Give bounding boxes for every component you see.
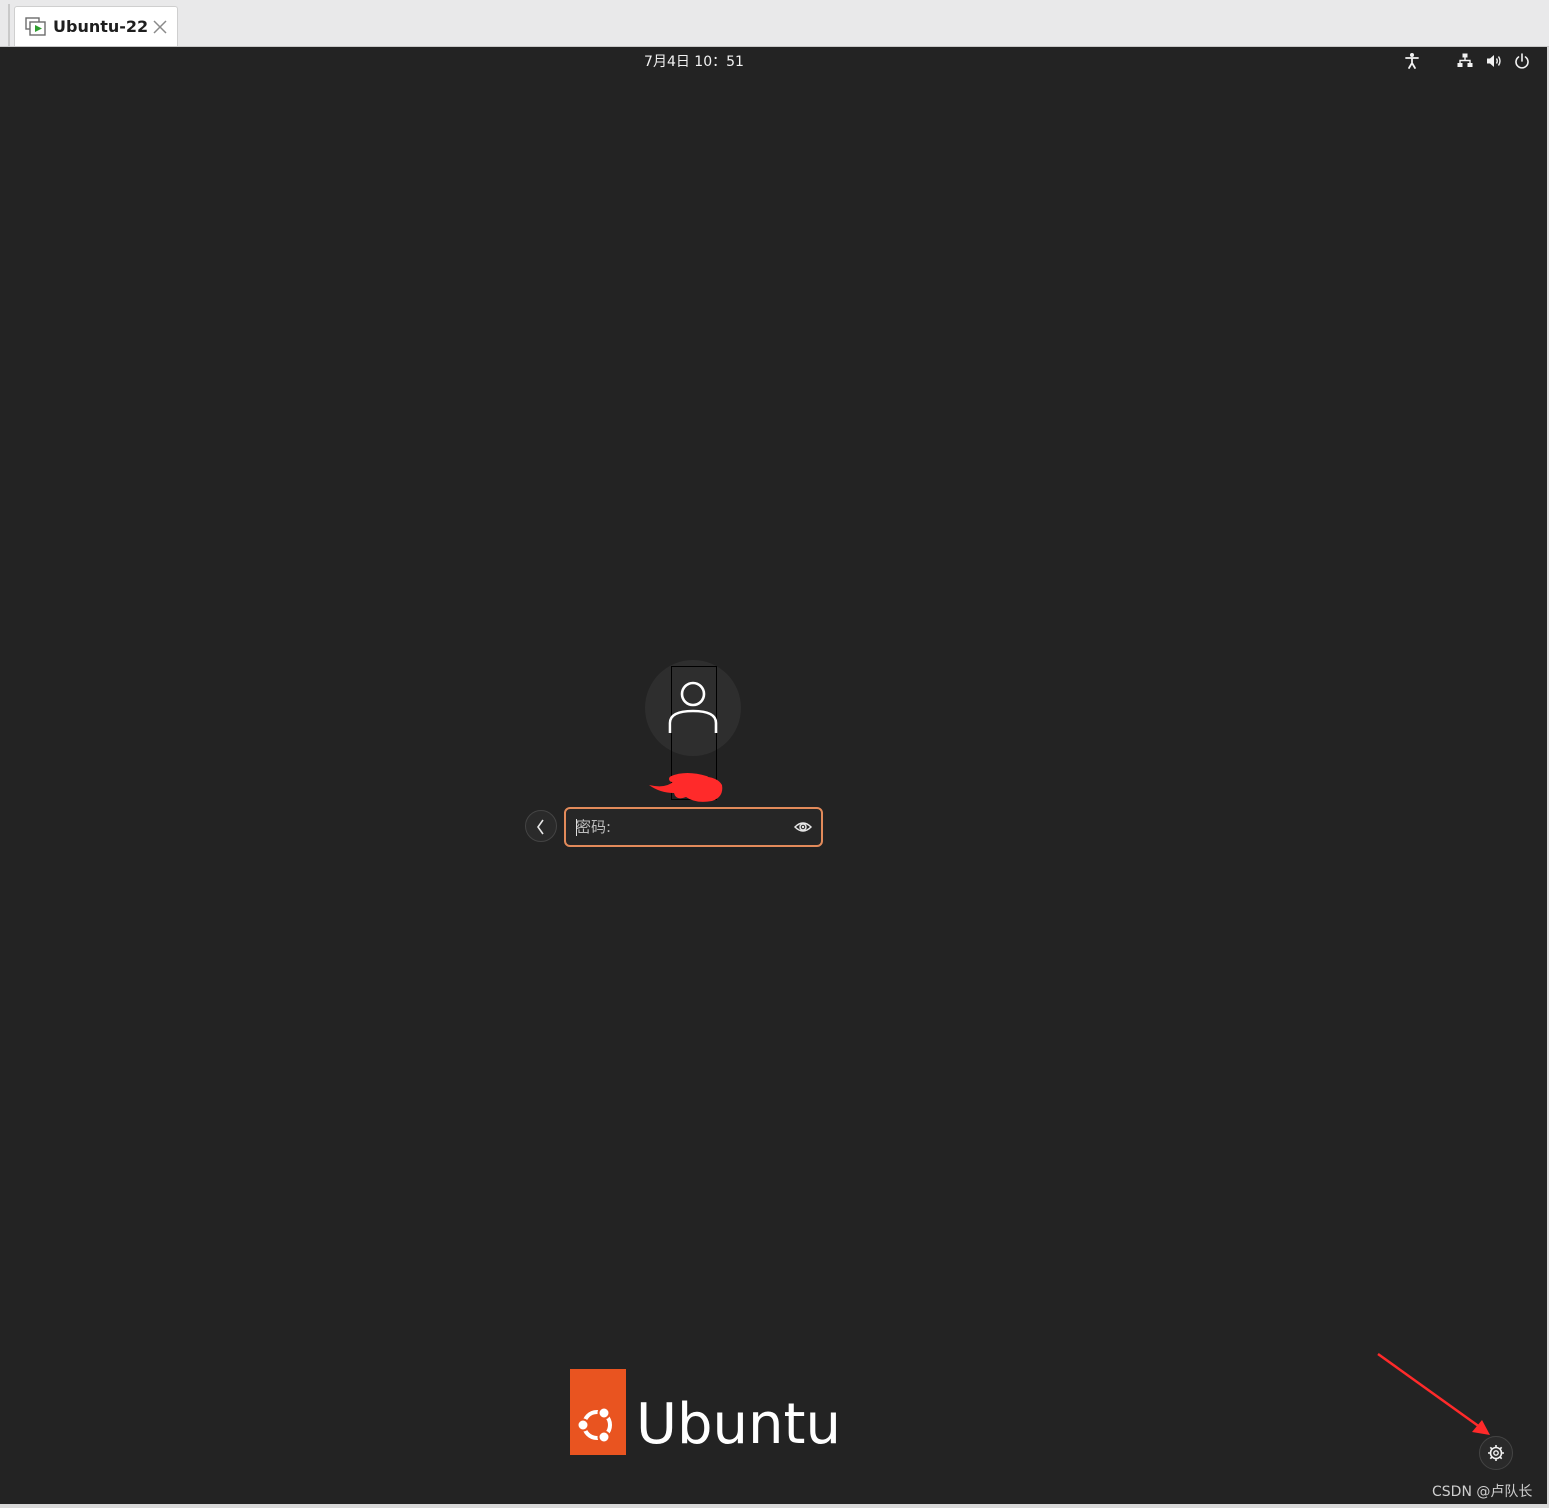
power-icon[interactable] <box>1513 52 1531 70</box>
text-caret <box>576 819 577 836</box>
back-button[interactable] <box>525 810 557 842</box>
clock[interactable]: 7月4日 10：51 <box>594 53 794 71</box>
ubuntu-logo-text: Ubuntu <box>636 1392 841 1457</box>
password-input[interactable] <box>576 809 786 845</box>
host-tab-bar: Ubuntu-22 <box>0 0 1549 47</box>
gear-icon <box>1488 1445 1504 1461</box>
network-icon[interactable] <box>1456 52 1474 70</box>
volume-icon[interactable] <box>1485 52 1503 70</box>
chevron-left-icon <box>537 819 544 835</box>
watermark: CSDN @卢队长 <box>1432 1484 1533 1500</box>
password-field[interactable] <box>564 807 823 847</box>
annotation-arrow-icon <box>1377 1352 1490 1435</box>
session-settings-button[interactable] <box>1479 1436 1513 1470</box>
ubuntu-circle-of-friends-icon <box>576 1406 612 1444</box>
tab-bar-divider <box>8 4 10 46</box>
accessibility-icon[interactable] <box>1403 52 1421 70</box>
redaction-scribble <box>649 773 723 802</box>
tab-title: Ubuntu-22 <box>53 17 149 36</box>
close-icon[interactable] <box>153 20 167 34</box>
eye-icon[interactable] <box>794 819 812 835</box>
user-avatar-icon <box>668 681 718 733</box>
tab-ubuntu-22[interactable]: Ubuntu-22 <box>14 6 178 46</box>
window-border-bottom <box>0 1504 1549 1508</box>
vm-play-icon <box>25 17 46 36</box>
login-screen: 7月4日 10：51 Ubuntu CSDN @卢队长 <box>0 47 1547 1504</box>
